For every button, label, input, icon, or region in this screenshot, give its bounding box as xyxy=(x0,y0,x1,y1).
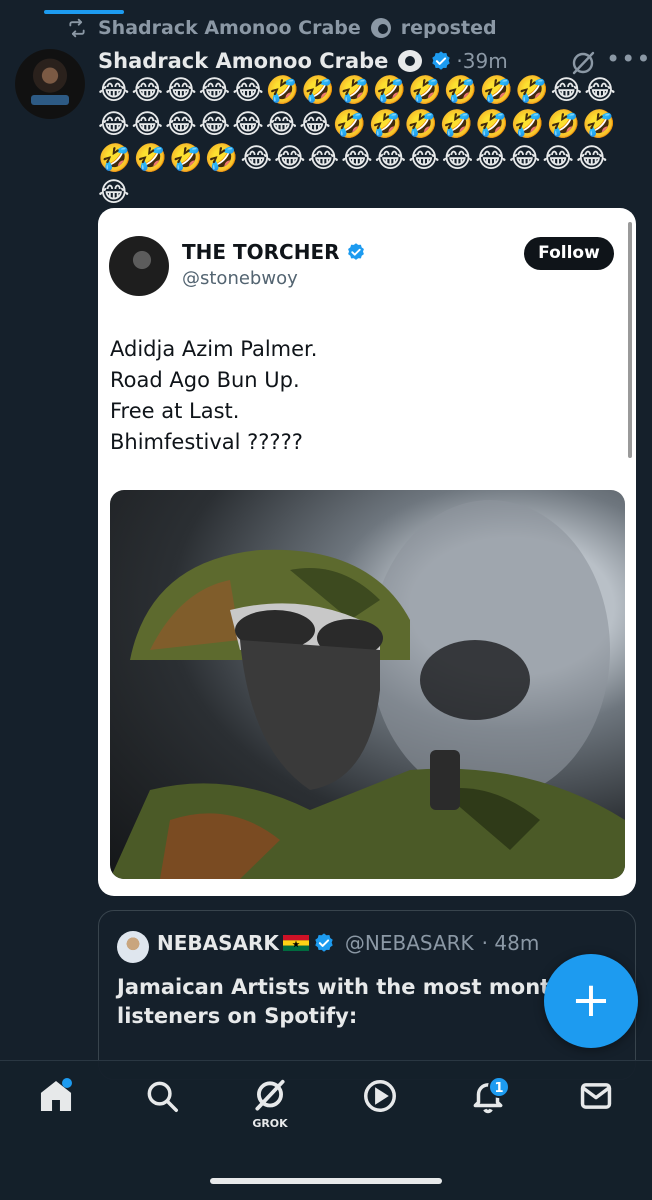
post-author-name[interactable]: Shadrack Amonoo Crabe xyxy=(98,49,388,73)
repost-context[interactable]: Shadrack Amonoo Crabe reposted xyxy=(66,16,497,40)
home-unread-dot xyxy=(62,1078,72,1088)
post-text: 😂😂😂😂😂🤣🤣🤣🤣🤣🤣🤣🤣😂😂😂😂😂😂😂😂😂🤣🤣🤣🤣🤣🤣🤣🤣🤣🤣🤣🤣😂😂😂😂😂😂… xyxy=(98,75,618,208)
quoted-post-card[interactable]: THE TORCHER @stonebwoy Follow Adidja Azi… xyxy=(98,208,636,896)
next-post-text: Jamaican Artists with the most monthly l… xyxy=(117,975,587,1028)
mail-icon xyxy=(580,1083,612,1109)
notification-count-badge: 1 xyxy=(488,1076,510,1098)
nav-search[interactable] xyxy=(132,1077,192,1137)
next-post-handle[interactable]: @NEBASARK xyxy=(345,931,474,955)
quote-author[interactable]: THE TORCHER xyxy=(182,240,366,264)
follow-button[interactable]: Follow xyxy=(524,237,614,270)
play-circle-icon xyxy=(364,1080,396,1112)
next-post-author[interactable]: NEBASARK xyxy=(157,931,279,955)
home-indicator xyxy=(210,1178,442,1184)
search-icon xyxy=(147,1081,178,1112)
next-post-header: NEBASARK @NEBASARK · 48m xyxy=(157,931,539,955)
next-post-time: · 48m xyxy=(481,931,540,955)
grok-icon xyxy=(255,1079,285,1111)
eye-badge-icon xyxy=(370,18,391,38)
post-time: ·39m xyxy=(456,49,508,73)
avatar[interactable] xyxy=(15,49,85,119)
eye-badge-icon xyxy=(398,50,423,72)
verified-icon xyxy=(432,51,451,70)
ghana-flag-icon xyxy=(282,935,309,951)
quote-author-name: THE TORCHER xyxy=(182,240,340,264)
repost-user: Shadrack Amonoo Crabe xyxy=(98,17,361,39)
quote-line: Bhimfestival ????? xyxy=(110,430,303,454)
quote-line: Road Ago Bun Up. xyxy=(110,368,300,392)
post-header: Shadrack Amonoo Crabe ·39m ••• xyxy=(98,44,650,78)
nav-videos[interactable] xyxy=(350,1077,410,1137)
verified-icon xyxy=(315,933,333,952)
quote-handle[interactable]: @stonebwoy xyxy=(182,268,298,289)
quote-avatar[interactable] xyxy=(109,236,169,296)
more-options-icon[interactable]: ••• xyxy=(606,44,650,78)
nav-messages[interactable] xyxy=(566,1077,626,1137)
repost-suffix: reposted xyxy=(400,17,497,39)
repost-icon xyxy=(69,18,85,38)
nav-home[interactable] xyxy=(26,1077,86,1137)
verified-icon xyxy=(347,243,364,260)
quote-scrollbar[interactable] xyxy=(628,222,632,458)
grok-label: GROK xyxy=(252,1117,288,1130)
nav-grok[interactable]: GROK xyxy=(240,1077,300,1137)
media-illustration xyxy=(110,500,625,879)
quote-line: Free at Last. xyxy=(110,399,240,423)
quote-body: Adidja Azim Palmer. Road Ago Bun Up. Fre… xyxy=(110,334,550,458)
nav-notifications[interactable]: 1 xyxy=(458,1076,518,1137)
quote-media-image[interactable] xyxy=(110,490,625,879)
next-post-avatar[interactable] xyxy=(117,931,149,963)
compose-button[interactable]: + xyxy=(544,954,638,1048)
top-tab-indicator xyxy=(44,10,124,14)
quote-line: Adidja Azim Palmer. xyxy=(110,337,318,361)
